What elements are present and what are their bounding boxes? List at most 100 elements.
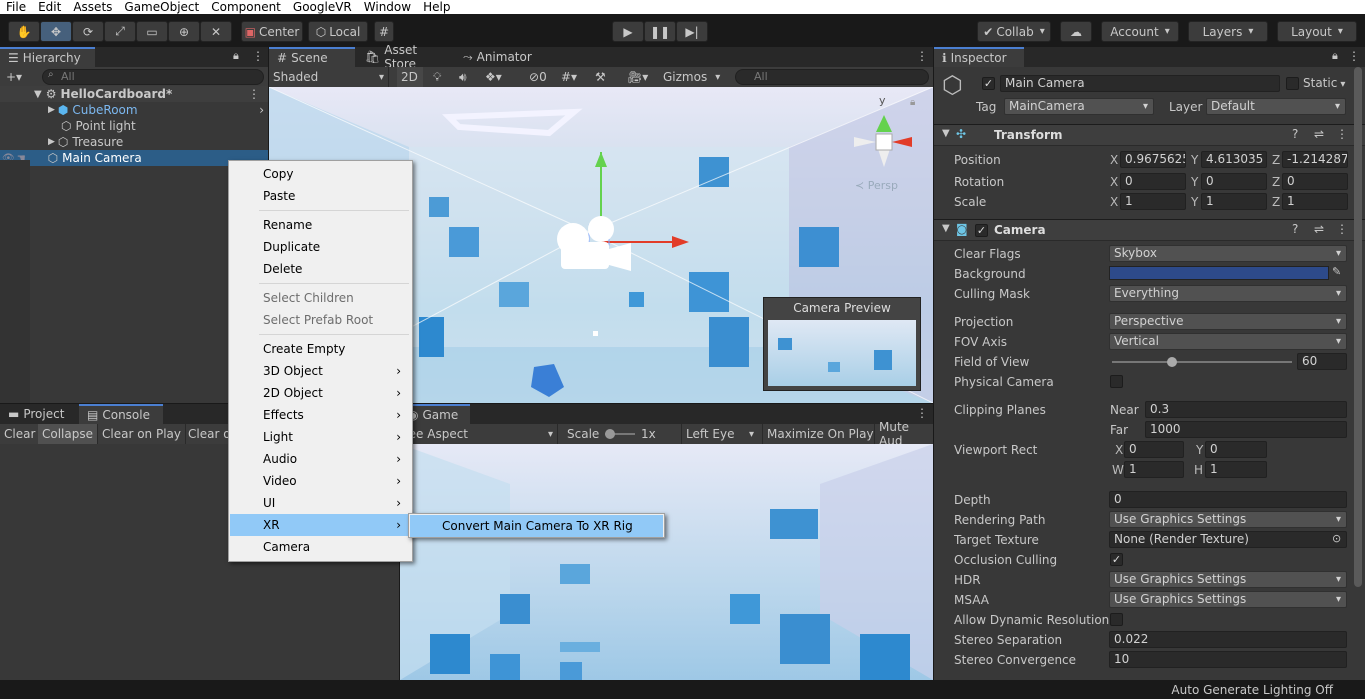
mute-audio-button[interactable]: Mute Aud — [874, 420, 933, 448]
culling-mask-dropdown[interactable]: Everything — [1109, 285, 1347, 302]
transform-tool-icon[interactable]: ⊕ — [168, 21, 200, 42]
menu-item-select-prefab-root[interactable]: Select Prefab Root — [230, 309, 411, 331]
menu-item-light[interactable]: Light › — [230, 426, 411, 448]
aspect-dropdown[interactable]: ree Aspect ▾ — [400, 424, 558, 444]
menu-googlevr[interactable]: GoogleVR — [287, 0, 358, 14]
tab-inspector[interactable]: ℹ Inspector — [934, 47, 1024, 67]
lock-icon[interactable]: 🔒︎ — [1332, 49, 1338, 63]
tab-project[interactable]: ▬ Project — [0, 404, 78, 424]
scene-kebab-icon[interactable]: ⋮ — [248, 87, 260, 101]
menu-assets[interactable]: Assets — [67, 0, 118, 14]
object-name-field[interactable]: Main Camera — [1000, 75, 1280, 92]
background-color-swatch[interactable] — [1109, 266, 1329, 280]
lighting-icon[interactable]: 💡︎ — [429, 67, 445, 87]
object-picker-icon[interactable]: ⊙ — [1332, 532, 1341, 545]
rotation-x-field[interactable]: 0 — [1120, 173, 1186, 190]
collapse-button[interactable]: Collapse — [38, 424, 98, 444]
fov-field[interactable]: 60 — [1297, 353, 1347, 370]
pause-button[interactable]: ❚❚ — [644, 21, 676, 42]
foldout-arrow-icon[interactable]: ▼ — [942, 128, 950, 139]
kebab-icon[interactable]: ⋮ — [1336, 127, 1348, 141]
tab-asset-store[interactable]: 🛍︎ Asset Store — [357, 43, 449, 71]
hierarchy-item-point-light[interactable]: ⬡ Point light — [0, 118, 268, 134]
clear-on-build-button[interactable]: Clear o — [184, 424, 235, 444]
rect-tool-icon[interactable]: ▭ — [136, 21, 168, 42]
gizmos-dropdown[interactable]: Gizmos ▾ — [659, 67, 727, 87]
menu-item-camera[interactable]: Camera — [230, 536, 411, 558]
active-checkbox[interactable]: ✓ — [982, 77, 995, 90]
dynamic-resolution-checkbox[interactable] — [1110, 613, 1123, 626]
hierarchy-item-treasure[interactable]: ▶ ⬡ Treasure — [0, 134, 268, 150]
maximize-on-play-button[interactable]: Maximize On Play — [762, 424, 878, 444]
scene-row[interactable]: ▼ ⚙ HelloCardboard* ⋮ — [0, 86, 268, 102]
chevron-right-icon[interactable]: › — [259, 103, 264, 117]
fov-axis-dropdown[interactable]: Vertical — [1109, 333, 1347, 350]
stereo-convergence-field[interactable]: 10 — [1109, 651, 1347, 668]
eye-dropdown[interactable]: Left Eye ▾ — [681, 424, 758, 444]
tab-animator[interactable]: ⤳ Animator — [455, 47, 545, 67]
gameobject-icon[interactable]: ⬡ — [942, 73, 963, 97]
help-icon[interactable]: ? — [1292, 127, 1298, 141]
shading-mode-dropdown[interactable]: Shaded ▾ — [269, 67, 389, 87]
layers-dropdown[interactable]: Layers — [1188, 21, 1268, 42]
projection-dropdown[interactable]: Perspective — [1109, 313, 1347, 330]
menu-item-effects[interactable]: Effects › — [230, 404, 411, 426]
cloud-icon[interactable]: ☁ — [1060, 21, 1092, 42]
collab-button[interactable]: ✔ Collab — [977, 21, 1051, 42]
tab-scene[interactable]: # Scene — [269, 47, 355, 67]
menu-component[interactable]: Component — [205, 0, 287, 14]
depth-field[interactable]: 0 — [1109, 491, 1347, 508]
static-checkbox[interactable] — [1286, 77, 1299, 90]
menu-item-select-children[interactable]: Select Children — [230, 287, 411, 309]
hierarchy-search-input[interactable]: All — [42, 69, 264, 85]
custom-tool-icon[interactable]: ✕ — [200, 21, 232, 42]
hdr-dropdown[interactable]: Use Graphics Settings — [1109, 571, 1347, 588]
kebab-icon[interactable]: ⋮ — [1336, 222, 1348, 236]
menu-item-create-empty[interactable]: Create Empty — [230, 338, 411, 360]
fov-slider-thumb[interactable] — [1167, 357, 1177, 367]
preset-icon[interactable]: ⇌ — [1314, 222, 1324, 236]
clear-button[interactable]: Clear — [0, 424, 41, 444]
foldout-arrow-icon[interactable]: ▼ — [942, 223, 950, 234]
tab-hierarchy[interactable]: ☰ Hierarchy — [0, 47, 95, 67]
menu-item-paste[interactable]: Paste — [230, 185, 411, 207]
menu-item-rename[interactable]: Rename — [230, 214, 411, 236]
layer-dropdown[interactable]: Default — [1206, 98, 1346, 115]
menu-edit[interactable]: Edit — [32, 0, 67, 14]
play-button[interactable]: ▶ — [612, 21, 644, 42]
hierarchy-item-cuberoom[interactable]: ▶ ⬢ CubeRoom › — [0, 102, 268, 118]
msaa-dropdown[interactable]: Use Graphics Settings — [1109, 591, 1347, 608]
camera-icon[interactable]: 🎥︎▾ — [623, 67, 652, 87]
camera-header[interactable]: ▼ ◙ ✓ Camera ? ⇌ ⋮ — [934, 219, 1365, 241]
step-button[interactable]: ▶| — [676, 21, 708, 42]
lock-icon[interactable]: 🔒︎ — [233, 49, 239, 63]
tag-dropdown[interactable]: MainCamera — [1004, 98, 1154, 115]
effects-icon[interactable]: ❖▾ — [481, 67, 506, 87]
pivot-space-button[interactable]: ⬡ Local — [308, 21, 368, 42]
hand-tool-icon[interactable]: ✋ — [8, 21, 40, 42]
physical-camera-checkbox[interactable] — [1110, 375, 1123, 388]
inspector-scrollbar[interactable] — [1354, 67, 1362, 587]
kebab-icon[interactable]: ⋮ — [1348, 49, 1360, 63]
viewport-w-field[interactable]: 1 — [1124, 461, 1184, 478]
viewport-y-field[interactable]: 0 — [1205, 441, 1267, 458]
kebab-icon[interactable]: ⋮ — [916, 49, 928, 63]
kebab-icon[interactable]: ⋮ — [916, 406, 928, 420]
scale-z-field[interactable]: 1 — [1282, 193, 1348, 210]
scene-gizmo-icon[interactable] — [844, 97, 924, 177]
rotate-tool-icon[interactable]: ⟳ — [72, 21, 104, 42]
tab-console[interactable]: ▤ Console — [79, 404, 163, 424]
help-icon[interactable]: ? — [1292, 222, 1298, 236]
menu-item-duplicate[interactable]: Duplicate — [230, 236, 411, 258]
audio-icon[interactable]: 🔊︎ — [455, 67, 471, 87]
menu-item-xr[interactable]: XR › — [230, 514, 411, 536]
menu-help[interactable]: Help — [417, 0, 456, 14]
layout-dropdown[interactable]: Layout — [1277, 21, 1357, 42]
clear-on-play-button[interactable]: Clear on Play — [98, 424, 186, 444]
clear-flags-dropdown[interactable]: Skybox — [1109, 245, 1347, 262]
menu-item-copy[interactable]: Copy — [230, 163, 411, 185]
far-field[interactable]: 1000 — [1145, 421, 1347, 438]
menu-file[interactable]: File — [0, 0, 32, 14]
fov-slider-track[interactable] — [1112, 361, 1292, 363]
menu-item-2d-object[interactable]: 2D Object › — [230, 382, 411, 404]
